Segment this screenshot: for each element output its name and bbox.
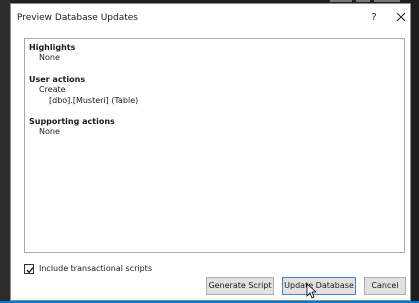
update-database-button[interactable]: Update Database xyxy=(282,277,356,295)
preview-database-updates-dialog: Preview Database Updates ? Highlights No… xyxy=(10,3,411,301)
dialog-title: Preview Database Updates xyxy=(17,13,138,23)
include-transactional-label: Include transactional scripts xyxy=(39,264,152,273)
user-action-object: [dbo].[Musteri] (Table) xyxy=(49,96,139,105)
highlights-value: None xyxy=(39,53,60,62)
generate-script-button[interactable]: Generate Script xyxy=(206,277,274,295)
include-transactional-checkbox[interactable] xyxy=(24,264,34,274)
update-details-panel: Highlights None User actions Create [dbo… xyxy=(24,38,405,253)
supporting-actions-value: None xyxy=(39,127,60,136)
background-editor-left xyxy=(0,0,10,303)
checkmark-icon xyxy=(26,267,34,274)
dialog-title-bar[interactable]: Preview Database Updates ? xyxy=(11,4,410,32)
mouse-pointer-icon xyxy=(306,283,316,299)
user-action-create: Create xyxy=(39,85,66,94)
user-actions-heading: User actions xyxy=(29,75,86,84)
background-editor-right xyxy=(411,0,419,303)
highlights-heading: Highlights xyxy=(29,43,76,52)
cancel-button[interactable]: Cancel xyxy=(364,277,406,295)
supporting-actions-heading: Supporting actions xyxy=(29,117,115,126)
help-button[interactable]: ? xyxy=(366,10,382,26)
close-icon xyxy=(396,12,406,22)
close-button[interactable] xyxy=(393,9,409,25)
